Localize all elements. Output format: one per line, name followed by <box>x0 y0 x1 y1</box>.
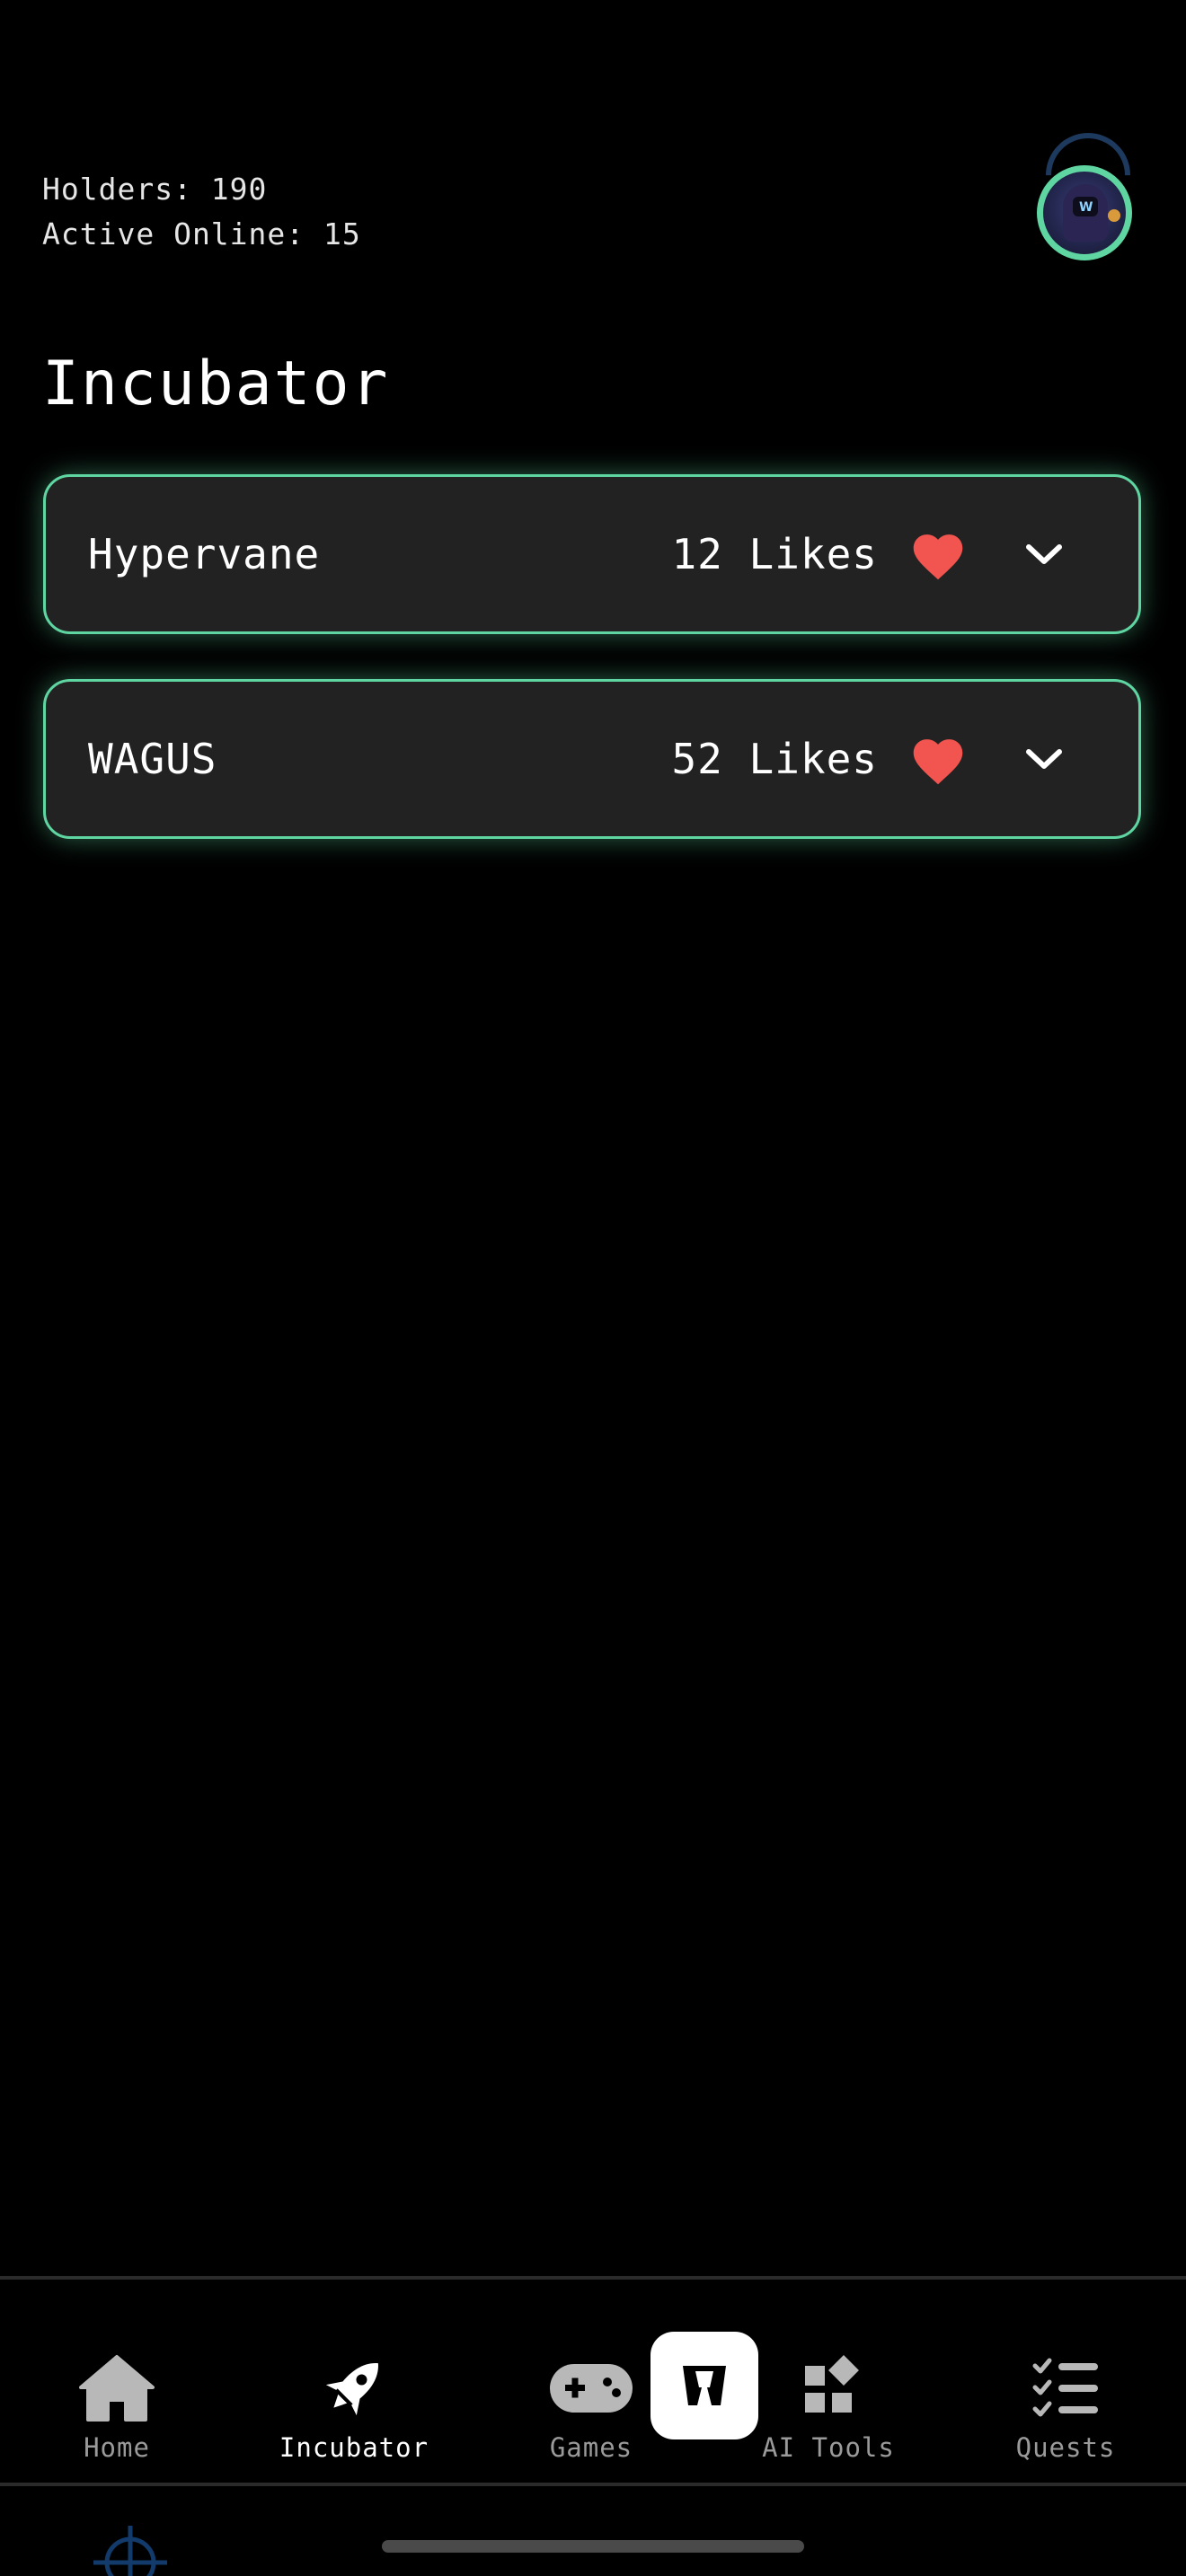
project-likes-count: 52 Likes <box>671 735 878 783</box>
home-indicator[interactable] <box>382 2540 804 2553</box>
crosshair-icon <box>93 2526 167 2576</box>
nav-item-ai-tools[interactable]: AI Tools <box>739 2351 918 2463</box>
wagus-center-button[interactable] <box>651 2332 758 2439</box>
holder-stats: Holders: 190 Active Online: 15 <box>42 167 361 257</box>
incubator-screen: Holders: 190 Active Online: 15 W Incubat… <box>0 0 1186 2576</box>
avatar: W <box>1037 165 1132 260</box>
rocket-icon <box>325 2363 378 2416</box>
profile-avatar-button[interactable]: W <box>1028 115 1148 277</box>
project-name: WAGUS <box>88 735 217 783</box>
nav-item-incubator[interactable]: Incubator <box>264 2351 444 2463</box>
heart-icon[interactable] <box>908 732 968 786</box>
project-card[interactable]: Hypervane 12 Likes <box>43 474 1141 634</box>
holders-count: Holders: 190 <box>42 172 268 207</box>
bottom-nav: Home Incubator Games AI Tools Quests <box>0 2276 1186 2486</box>
page-title: Incubator <box>42 348 390 419</box>
nav-label-ai-tools: AI Tools <box>762 2432 895 2463</box>
gamepad-icon <box>550 2364 633 2413</box>
chevron-down-icon[interactable] <box>1023 541 1065 568</box>
nav-item-quests[interactable]: Quests <box>976 2351 1155 2463</box>
chevron-down-icon[interactable] <box>1023 745 1065 772</box>
project-card[interactable]: WAGUS 52 Likes <box>43 679 1141 839</box>
wagus-logo-icon <box>683 2366 726 2405</box>
project-name: Hypervane <box>88 530 321 578</box>
widgets-icon <box>805 2355 859 2413</box>
checklist-icon <box>1032 2358 1098 2417</box>
nav-item-home[interactable]: Home <box>27 2351 207 2463</box>
nav-label-quests: Quests <box>1015 2432 1116 2463</box>
active-online-count: Active Online: 15 <box>42 216 361 251</box>
heart-icon[interactable] <box>908 527 968 581</box>
nav-label-incubator: Incubator <box>279 2432 429 2463</box>
nav-label-home: Home <box>84 2432 150 2463</box>
project-likes-count: 12 Likes <box>671 530 878 578</box>
home-icon <box>79 2355 155 2422</box>
